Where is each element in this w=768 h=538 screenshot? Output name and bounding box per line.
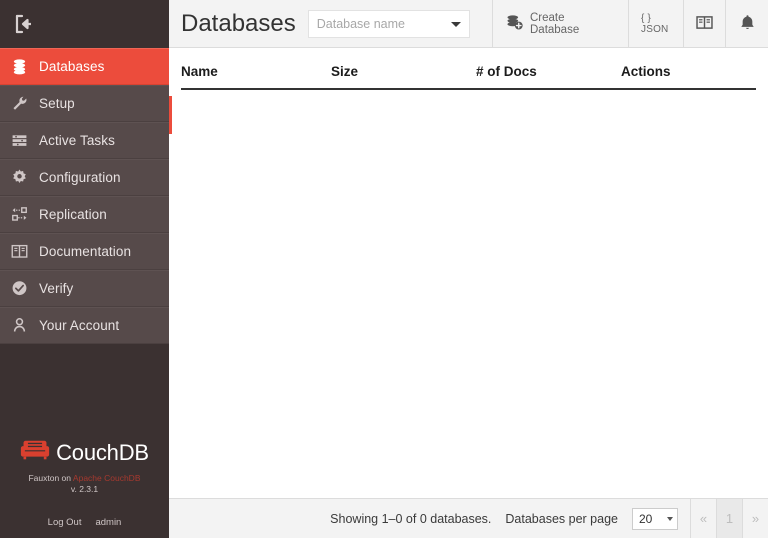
databases-table: Name Size # of Docs Actions [181,60,756,90]
gear-icon [8,167,30,189]
create-database-label: Create Database [530,11,580,36]
per-page-label: Databases per page [505,511,618,526]
book-icon [8,241,30,263]
databases-table-head: Name Size # of Docs Actions [181,60,756,90]
couchdb-logo: CouchDB [0,439,169,467]
databases-content: Name Size # of Docs Actions [169,48,768,498]
account-links: Log Out admin [0,517,169,528]
sidebar-item-label: Verify [39,281,74,296]
couch-icon [20,439,50,467]
showing-count-text: Showing 1–0 of 0 databases. [330,511,492,526]
table-header-row: Name Size # of Docs Actions [181,60,756,90]
username-link[interactable]: admin [95,517,121,528]
book-icon[interactable] [695,14,714,34]
notifications-button[interactable] [725,0,768,47]
sidebar-item-verify[interactable]: Verify [0,270,169,307]
bell-icon[interactable] [738,13,757,35]
page-title: Databases [181,9,296,37]
pagination-prev-button[interactable]: « [690,499,716,538]
json-icon: { } JSON [641,12,669,35]
pagination-footer: Showing 1–0 of 0 databases. Databases pe… [169,498,768,538]
database-plus-icon [505,14,524,34]
search-area [307,0,492,47]
search-input[interactable] [308,10,441,37]
database-icon [8,56,30,78]
sidebar-item-configuration[interactable]: Configuration [0,159,169,196]
sidebar-item-label: Your Account [39,318,120,333]
sidebar-item-your-account[interactable]: Your Account [0,307,169,344]
pagination-info: Showing 1–0 of 0 databases. Databases pe… [330,499,690,538]
column-header-actions: Actions [621,60,756,90]
page-header: Databases Create Databas [169,0,768,48]
user-icon [8,315,30,337]
version-info: Fauxton on Apache CouchDB v. 2.3.1 [0,473,169,495]
column-header-docs[interactable]: # of Docs [476,60,621,90]
sidebar-item-label: Active Tasks [39,133,115,148]
chevron-down-icon[interactable] [450,21,461,27]
create-database-button[interactable]: Create Database [492,0,628,47]
sidebar-item-setup[interactable]: Setup [0,85,169,122]
sidebar-item-label: Replication [39,207,107,222]
apache-couchdb-link[interactable]: Apache CouchDB [73,473,141,483]
sidebar: Databases Setup Active Tasks Configurati… [0,0,169,538]
sidebar-item-label: Configuration [39,170,121,185]
collapse-sidebar-icon[interactable] [10,11,36,37]
sidebar-item-label: Databases [39,59,105,74]
json-button[interactable]: { } JSON [628,0,683,47]
sidebar-item-replication[interactable]: Replication [0,196,169,233]
sidebar-item-documentation[interactable]: Documentation [0,233,169,270]
fauxton-app: Databases Setup Active Tasks Configurati… [0,0,768,538]
column-header-size[interactable]: Size [331,60,476,90]
per-page-value: 20 [639,511,653,526]
couchdb-logo-text: CouchDB [56,440,149,465]
database-search-box[interactable] [307,9,470,38]
logout-link[interactable]: Log Out [48,517,82,528]
documentation-button[interactable] [683,0,725,47]
pagination-page-1[interactable]: 1 [716,499,742,538]
tasks-list-icon [8,130,30,152]
version-number: v. 2.3.1 [70,484,99,494]
sidebar-item-databases[interactable]: Databases [0,48,169,85]
pagination-next-button[interactable]: » [742,499,768,538]
version-prefix: Fauxton on [28,473,72,483]
sidebar-item-active-tasks[interactable]: Active Tasks [0,122,169,159]
check-circle-icon [8,278,30,300]
sidebar-nav: Databases Setup Active Tasks Configurati… [0,48,169,344]
wrench-icon [8,93,30,115]
replication-icon [8,204,30,226]
column-header-name[interactable]: Name [181,60,331,90]
per-page-select[interactable]: 20 [632,507,678,530]
sidebar-item-label: Setup [39,96,75,111]
sidebar-brand-footer: CouchDB Fauxton on Apache CouchDB v. 2.3… [0,439,169,538]
main-panel: Databases Create Databas [169,0,768,538]
sidebar-collapse-bar[interactable] [0,0,169,48]
active-nav-edge-marker [169,96,172,134]
chevron-down-icon [667,516,673,521]
sidebar-item-label: Documentation [39,244,132,259]
